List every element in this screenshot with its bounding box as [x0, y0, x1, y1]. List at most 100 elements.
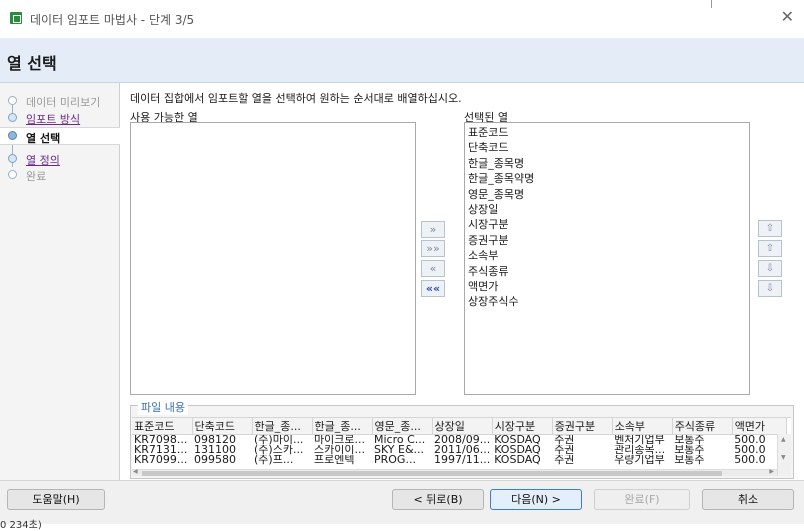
table-cell: 벤처기업부: [614, 434, 665, 445]
step-node-icon: [8, 131, 17, 140]
step-label[interactable]: 임포트 방식: [26, 111, 80, 127]
wizard-steps-sidebar: 데이터 미리보기 임포트 방식 열 선택 열 정의 완료: [0, 83, 120, 480]
preview-column-header[interactable]: 시장구분: [492, 418, 553, 435]
close-icon[interactable]: ✕: [781, 8, 794, 26]
preview-column-header[interactable]: 한글_종...: [312, 418, 373, 435]
move-down-button[interactable]: ⇩: [758, 260, 782, 277]
wizard-footer: 도움말(H) < 뒤로(B) 다음(N) > 완료(F) 취소 0 234초): [0, 480, 804, 531]
table-cell: 주권: [554, 455, 575, 465]
step-label: 데이터 미리보기: [26, 96, 101, 109]
preview-column-header[interactable]: 상장일: [432, 418, 493, 435]
table-cell: 주권: [554, 434, 575, 445]
scroll-down-icon[interactable]: ▼: [781, 454, 786, 461]
table-cell: 프로엔텍: [314, 455, 355, 465]
selected-column-item[interactable]: 단축코드: [468, 140, 749, 155]
table-cell: 2008/09...: [434, 434, 491, 445]
window-titlebar: 데이터 임포트 마법사 - 단계 3/5 ✕: [0, 0, 804, 38]
selected-column-item[interactable]: 한글_종목약명: [468, 171, 749, 186]
remove-column-button[interactable]: «: [421, 260, 445, 277]
cancel-button[interactable]: 취소: [702, 489, 794, 510]
add-column-button[interactable]: »: [421, 221, 445, 238]
selected-columns-list[interactable]: 표준코드 단축코드 한글_종목명 한글_종목약명 영문_종목명 상장일 시장구분…: [464, 122, 750, 395]
preview-column-header[interactable]: 표준코드: [132, 418, 193, 435]
step-header: 열 선택: [0, 38, 804, 83]
table-cell: 마이크로...: [314, 434, 365, 445]
move-bottom-button[interactable]: ⇩: [758, 280, 782, 297]
table-cell: KOSDAQ: [494, 445, 541, 455]
table-cell: 주권: [554, 445, 575, 455]
selected-column-item[interactable]: 주식종류: [468, 264, 749, 279]
table-cell: (주)프...: [254, 455, 294, 465]
selected-column-item[interactable]: 영문_종목명: [468, 187, 749, 202]
page-title: 열 선택: [7, 54, 57, 73]
table-cell: 보통주: [674, 445, 705, 455]
table-row: KR7098... 098120 (주)마이... 마이크로... Micro …: [132, 435, 786, 446]
step-data-preview: 데이터 미리보기: [0, 93, 120, 109]
table-row: KR7099... 099580 (주)프... 프로엔텍 PROG... 19…: [132, 455, 786, 465]
selected-column-item[interactable]: 한글_종목명: [468, 156, 749, 171]
move-top-button[interactable]: ⇧: [758, 220, 782, 237]
step-import-method[interactable]: 임포트 방식: [0, 110, 120, 127]
table-cell: 099580: [194, 455, 236, 465]
titlebar-divider: [711, 0, 712, 8]
table-cell: 098120: [194, 434, 236, 445]
file-preview-grid[interactable]: 표준코드 단축코드 한글_종... 한글_종... 영문_종... 상장일 시장…: [132, 417, 791, 476]
selected-column-item[interactable]: 액면가: [468, 279, 749, 294]
preview-column-header[interactable]: 단축코드: [192, 418, 253, 435]
scroll-left-icon[interactable]: ◀: [133, 468, 138, 475]
table-cell: 보통주: [674, 455, 705, 465]
preview-column-header[interactable]: 영문_종...: [372, 418, 433, 435]
remove-all-columns-button[interactable]: ««: [421, 280, 445, 297]
move-up-button[interactable]: ⇧: [758, 240, 782, 257]
help-button[interactable]: 도움말(H): [7, 489, 105, 510]
selected-column-item[interactable]: 시장구분: [468, 217, 749, 232]
table-cell: 관리종목...: [614, 445, 666, 455]
table-cell: 우량기업부: [614, 455, 665, 465]
selected-column-item[interactable]: 증권구분: [468, 233, 749, 248]
table-cell: PROG...: [374, 455, 416, 465]
step-label[interactable]: 열 정의: [26, 152, 60, 168]
next-button[interactable]: 다음(N) >: [490, 489, 582, 510]
preview-column-header[interactable]: 주식종류: [672, 418, 733, 435]
step-node-icon: [8, 170, 17, 179]
preview-column-header[interactable]: 소속부: [612, 418, 673, 435]
instruction-text: 데이터 집합에서 임포트할 열을 선택하여 원하는 순서대로 배열하십시오.: [130, 92, 462, 105]
back-button[interactable]: < 뒤로(B): [392, 489, 484, 510]
scroll-right-icon[interactable]: ▶: [769, 468, 774, 475]
table-row: KR7131... 131100 (주)스카... 스카이이... SKY E&…: [132, 445, 786, 455]
table-cell: 스카이이...: [314, 445, 365, 455]
preview-horizontal-scrollbar[interactable]: ◀ ▶: [132, 468, 777, 476]
table-cell: (주)마이...: [254, 434, 304, 445]
table-cell: KOSDAQ: [494, 434, 541, 445]
step-column-define[interactable]: 열 정의: [0, 151, 120, 168]
table-cell: KR7099...: [134, 455, 188, 465]
window-title: 데이터 임포트 마법사 - 단계 3/5: [30, 13, 195, 27]
scroll-up-icon[interactable]: ▲: [781, 436, 786, 443]
step-column-select: 열 선택: [0, 127, 120, 145]
preview-column-header[interactable]: 액면가: [732, 418, 787, 435]
step-node-icon: [8, 96, 17, 105]
table-cell: KR7131...: [134, 445, 188, 455]
selected-column-item[interactable]: 상장주식수: [468, 294, 749, 309]
add-all-columns-button[interactable]: »»: [421, 240, 445, 257]
table-cell: 보통주: [674, 434, 705, 445]
selected-column-item[interactable]: 표준코드: [468, 125, 749, 140]
available-columns-list[interactable]: [130, 122, 416, 395]
finish-button[interactable]: 완료(F): [594, 489, 690, 510]
scrollbar-thumb[interactable]: [142, 471, 722, 476]
table-cell: 1997/11...: [434, 455, 491, 465]
selected-column-item[interactable]: 상장일: [468, 202, 749, 217]
preview-header-row: 표준코드 단축코드 한글_종... 한글_종... 영문_종... 상장일 시장…: [132, 418, 787, 435]
step-finish: 완료: [0, 167, 120, 183]
step-label: 열 선택: [26, 132, 61, 145]
table-cell: KOSDAQ: [494, 455, 541, 465]
table-cell: SKY E&...: [374, 445, 425, 455]
table-cell: 2011/06...: [434, 445, 491, 455]
app-icon: [10, 12, 22, 24]
preview-vertical-scrollbar[interactable]: ▲ ▼: [777, 434, 791, 476]
preview-column-header[interactable]: 증권구분: [552, 418, 613, 435]
table-cell: Micro C...: [374, 434, 426, 445]
table-cell: (주)스카...: [254, 445, 304, 455]
preview-column-header[interactable]: 한글_종...: [252, 418, 313, 435]
selected-column-item[interactable]: 소속부: [468, 248, 749, 263]
